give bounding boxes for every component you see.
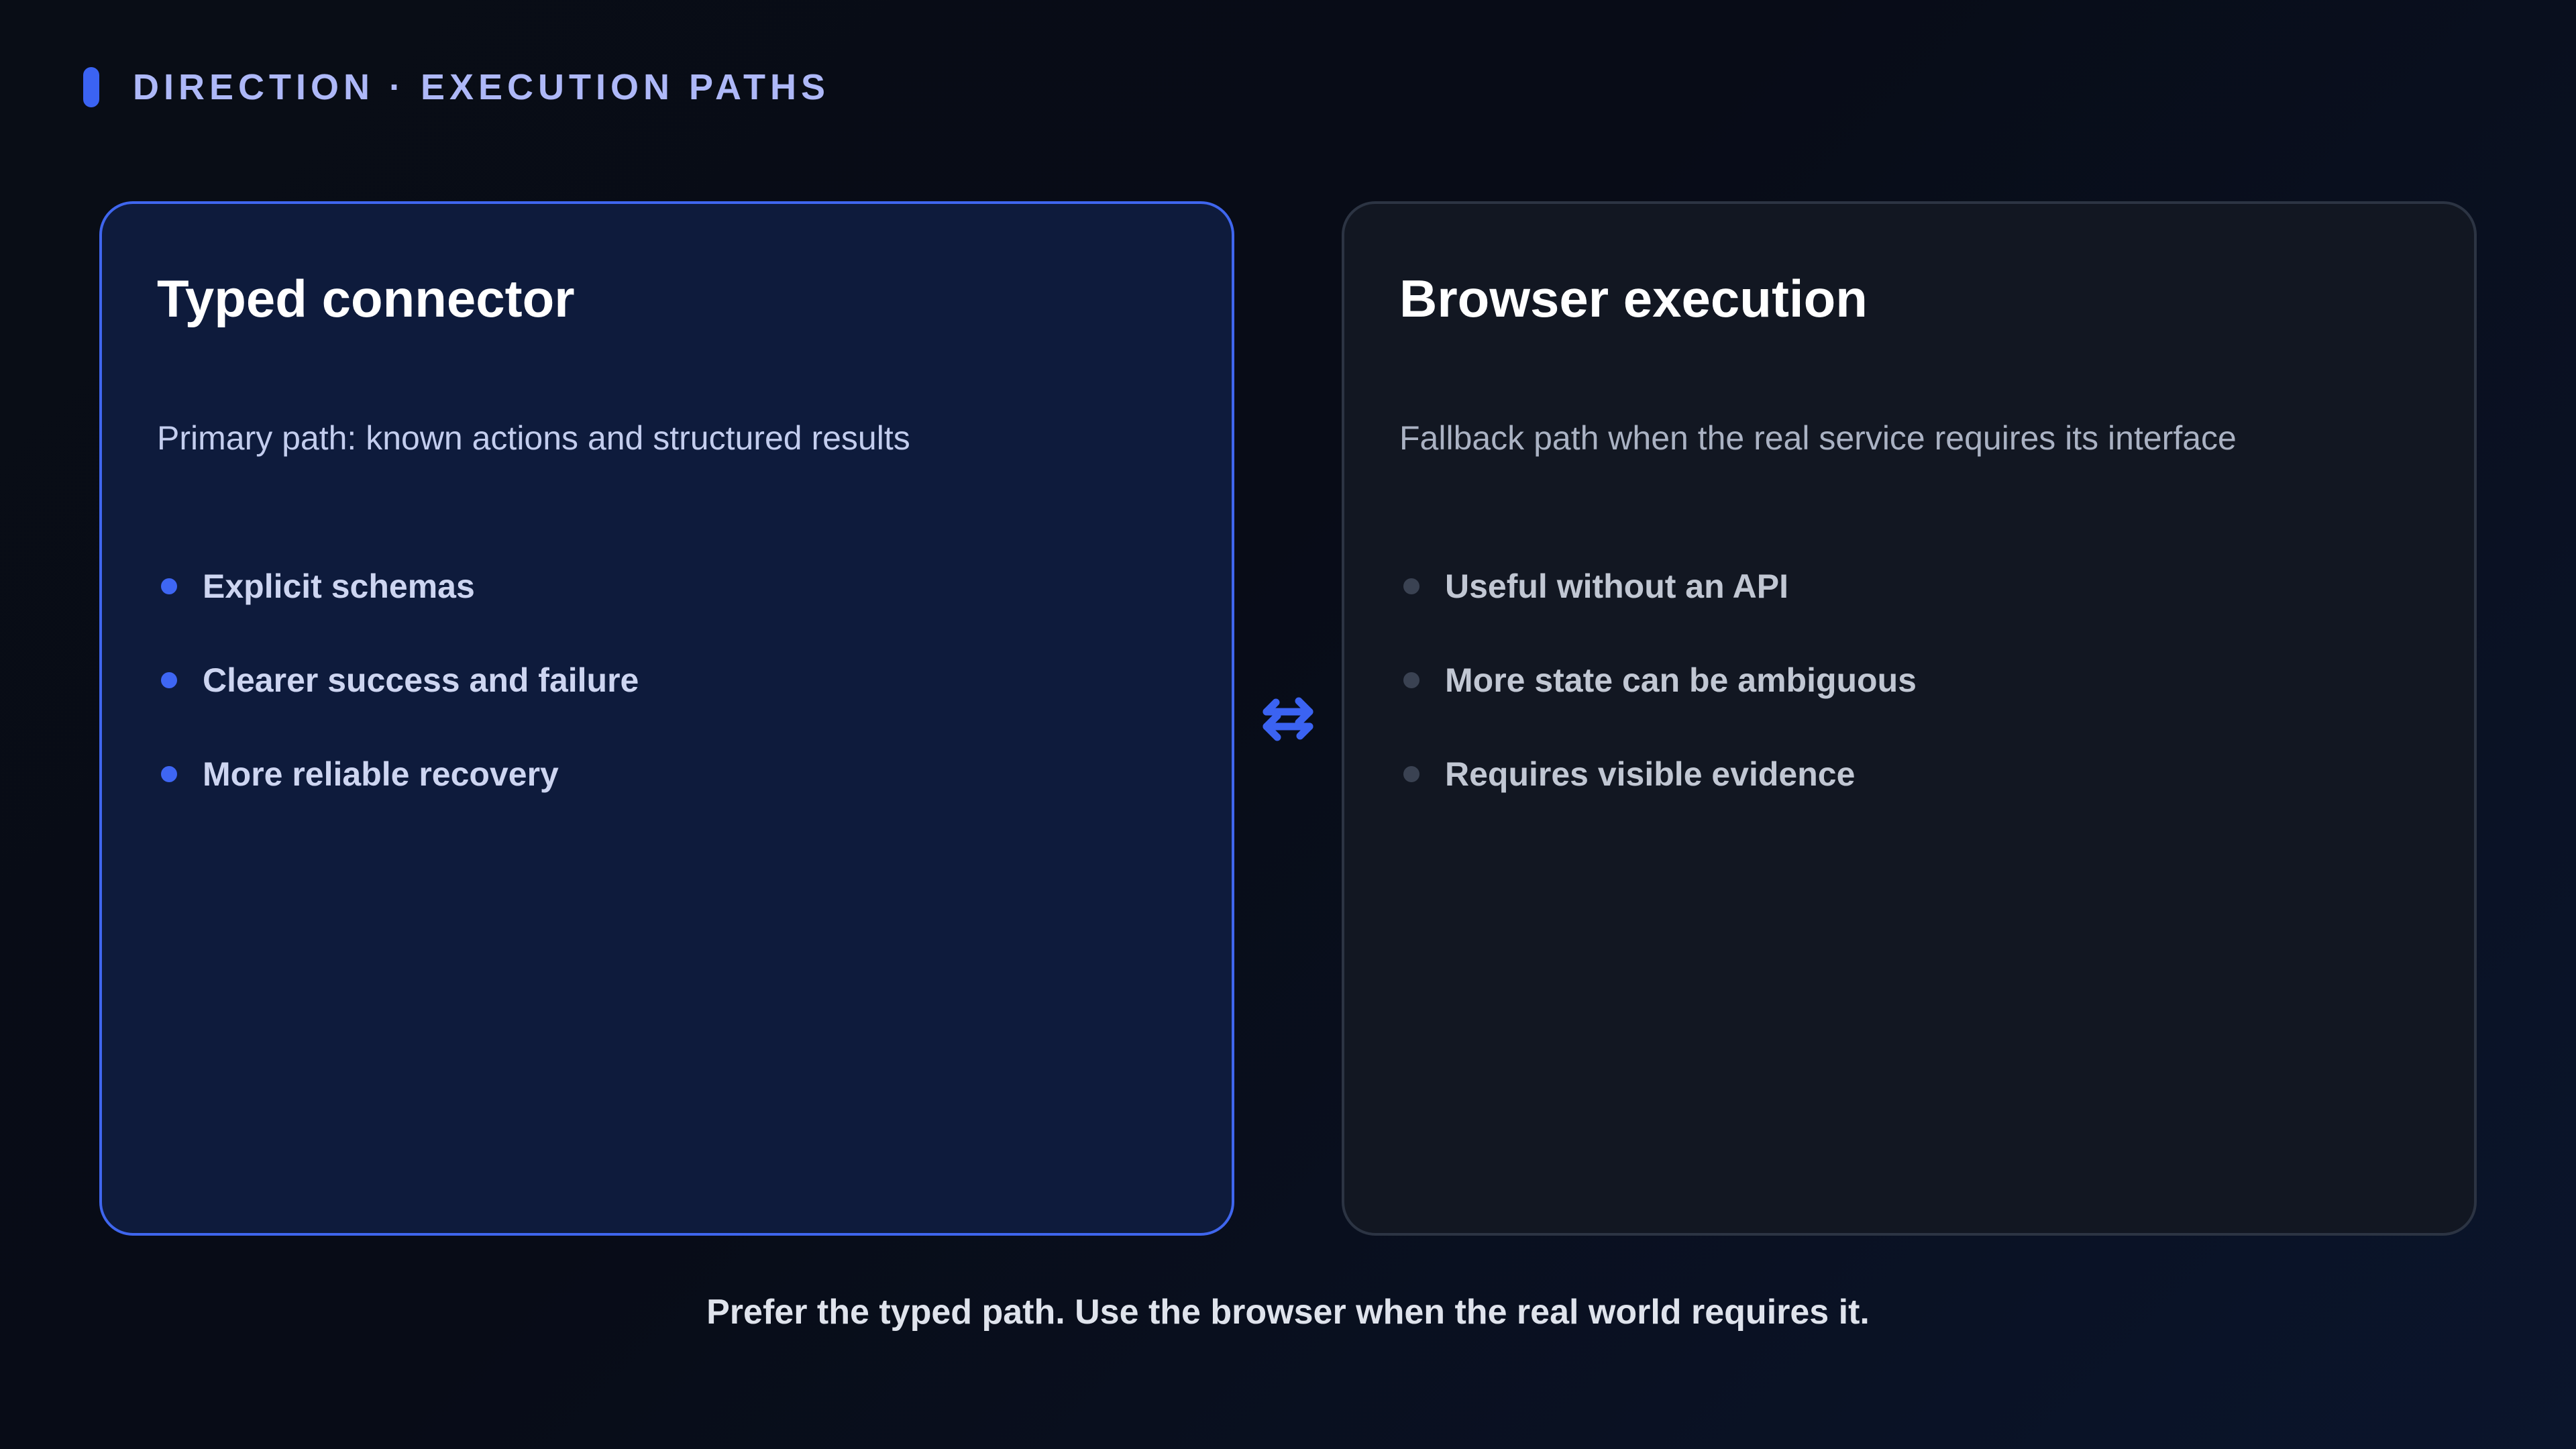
list-item: Useful without an API (1399, 566, 1917, 606)
card-title: Typed connector (157, 269, 575, 328)
bullet-list: Useful without an API More state can be … (1399, 566, 1917, 848)
bullet-dot-icon (161, 672, 177, 688)
footer-caption: Prefer the typed path. Use the browser w… (706, 1293, 1870, 1332)
bullet-dot-icon (1403, 672, 1419, 688)
card-title: Browser execution (1399, 269, 1868, 328)
bullet-dot-icon (1403, 578, 1419, 594)
bullet-text: Explicit schemas (203, 568, 475, 605)
bullet-text: More state can be ambiguous (1445, 661, 1917, 699)
list-item: Explicit schemas (157, 566, 639, 606)
bullet-dot-icon (1403, 766, 1419, 782)
bullet-dot-icon (161, 578, 177, 594)
swap-arrows-icon (1263, 697, 1313, 741)
typed-connector-card: Typed connector Primary path: known acti… (99, 201, 1234, 1236)
card-subtitle: Fallback path when the real service requ… (1399, 419, 2237, 457)
list-item: More reliable recovery (157, 754, 639, 794)
browser-execution-card: Browser execution Fallback path when the… (1342, 201, 2477, 1236)
bullet-dot-icon (161, 766, 177, 782)
bullet-text: More reliable recovery (203, 755, 559, 793)
slide-header: DIRECTION · EXECUTION PATHS (83, 66, 830, 109)
header-accent-bar (83, 67, 99, 107)
list-item: Requires visible evidence (1399, 754, 1917, 794)
bullet-text: Useful without an API (1445, 568, 1789, 605)
header-label: DIRECTION · EXECUTION PATHS (133, 67, 830, 107)
bullet-text: Clearer success and failure (203, 661, 639, 699)
bullet-text: Requires visible evidence (1445, 755, 1856, 793)
list-item: Clearer success and failure (157, 660, 639, 700)
list-item: More state can be ambiguous (1399, 660, 1917, 700)
bullet-list: Explicit schemas Clearer success and fai… (157, 566, 639, 848)
card-subtitle: Primary path: known actions and structur… (157, 419, 910, 457)
